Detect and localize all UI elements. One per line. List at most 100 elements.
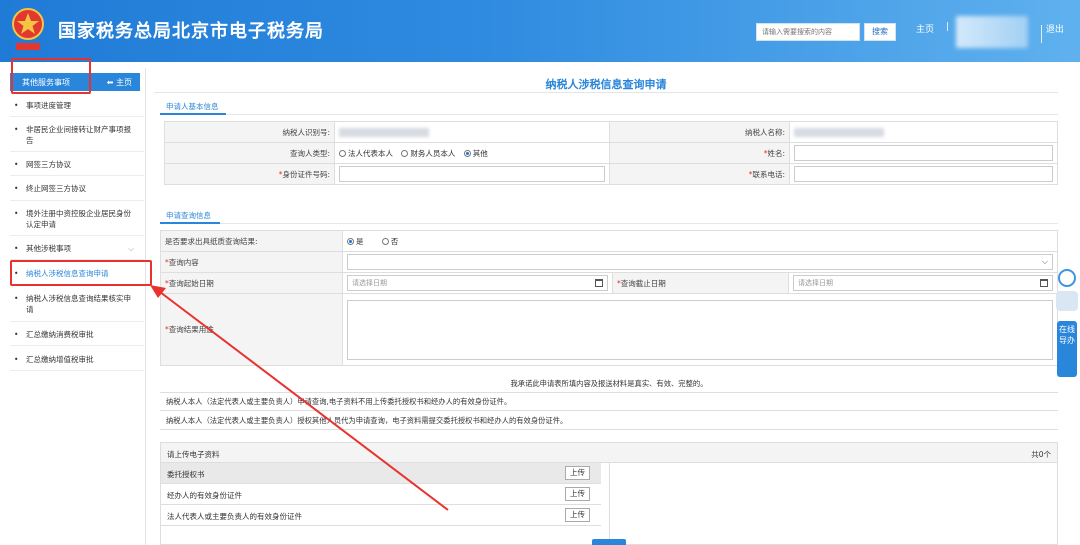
label-text: 联系电话: [752, 169, 785, 179]
sidebar-item-label: 终止网签三方协议 [26, 184, 86, 193]
form-title: 纳税人涉税信息查询申请 [545, 78, 667, 91]
upload-row-label: 委托授权书 [167, 470, 205, 479]
applicant-type-options: 法人代表本人 财务人员本人 其他 [334, 142, 610, 164]
radio-other[interactable] [463, 149, 471, 157]
phone-cell [789, 163, 1058, 185]
blurred-value [794, 127, 884, 137]
sidebar-item-label: 汇总缴纳消费税审批 [26, 330, 94, 339]
divider [10, 321, 144, 322]
nav-separator: | [1040, 34, 1044, 44]
query-content-cell: ⌵ [342, 251, 1058, 273]
upload-row-legal-rep-id[interactable]: 法人代表人或主要负责人的有效身份证件 上传 [161, 505, 601, 526]
id-number-input[interactable] [339, 166, 605, 182]
divider [10, 235, 144, 236]
chevron-down-icon: ⌵ [1041, 257, 1048, 266]
id-number-label: *身份证件号码: [164, 163, 335, 185]
upload-button[interactable]: 上传 [565, 508, 590, 522]
name-label: *姓名: [609, 142, 790, 164]
national-emblem-icon [12, 8, 44, 50]
upload-row-agent-id[interactable]: 经办人的有效身份证件 上传 [161, 484, 601, 505]
paper-result-options: 是 否 [342, 230, 1058, 252]
purpose-textarea[interactable] [347, 299, 1053, 360]
taxpayer-id-value [334, 121, 610, 143]
online-help-widget[interactable]: 在线导办 [1054, 265, 1080, 377]
name-input[interactable] [794, 145, 1053, 161]
sidebar-home-link[interactable]: ⬅ 主页 [107, 77, 132, 88]
radio-legal-rep[interactable] [339, 149, 346, 157]
top-header: 国家税务总局北京市电子税务局 搜索 主页 | | 退出 | [0, 0, 1080, 62]
end-date-input[interactable]: 请选择日期 [793, 275, 1053, 291]
divider [10, 116, 144, 117]
user-name-blurred [956, 16, 1028, 48]
radio-label: 法人代表本人 [348, 148, 393, 158]
upload-button[interactable]: 上传 [565, 487, 590, 501]
upload-button[interactable]: 上传 [565, 466, 590, 480]
query-info-table: 是否要求出具纸质查询结果: 是 否 *查询内容 ⌵ *查询起始日期 请选择日期 … [160, 230, 1058, 366]
purpose-cell [342, 293, 1058, 366]
declaration-text: 我承诺此申请表所填内容及报送材料是真实、有效、完整的。 [510, 379, 708, 388]
tab-underline [160, 113, 226, 115]
taxpayer-id-label: 纳税人识别号: [164, 121, 335, 143]
logout-link[interactable]: | 退出 [1040, 22, 1064, 35]
upload-count: 共0个 [1031, 450, 1051, 459]
note-self-apply: 纳税人本人（法定代表人或主要负责人）申请查询,电子资料不用上传委托授权书和经办人… [166, 397, 512, 406]
search-button[interactable]: 搜索 [864, 23, 896, 41]
submit-button-partial[interactable] [592, 539, 626, 545]
bullet-icon: • [14, 244, 19, 253]
online-help-label[interactable]: 在线导办 [1057, 321, 1077, 377]
bullet-icon: • [14, 101, 19, 110]
radio-paper-no[interactable] [381, 237, 389, 245]
divider [10, 151, 144, 152]
upload-row-authorization[interactable]: 委托授权书 上传 [161, 463, 601, 484]
divider [226, 114, 1058, 115]
divider [10, 370, 144, 371]
label-text: 查询截止日期 [620, 278, 666, 288]
user-service-icon[interactable] [1058, 269, 1076, 287]
calendar-icon[interactable] [1040, 279, 1048, 287]
site-title: 国家税务总局北京市电子税务局 [58, 21, 324, 42]
bullet-icon: • [14, 355, 19, 364]
date-placeholder: 请选择日期 [798, 279, 833, 287]
id-number-cell [334, 163, 610, 185]
applicant-info-table: 纳税人识别号: 纳税人名称: 查询人类型: 法人代表本人 财务人员本人 其他 *… [164, 121, 1058, 185]
upload-panel: 请上传电子资料 共0个 委托授权书 上传 经办人的有效身份证件 上传 法人代表人… [160, 442, 1058, 545]
phone-input[interactable] [794, 166, 1053, 182]
note-authorized-apply: 纳税人本人（法定代表人或主要负责人）授权其他人员代为申请查询，电子资料需提交委托… [166, 416, 568, 425]
nav-separator: | [946, 22, 950, 32]
bullet-icon: • [14, 330, 19, 339]
tab-applicant-info[interactable]: 申请人基本信息 [166, 101, 219, 112]
upload-title: 请上传电子资料 [167, 450, 220, 459]
query-content-select[interactable]: ⌵ [347, 254, 1053, 270]
sidebar-item-label: 非居民企业间接转让财产事项报告 [26, 125, 131, 145]
assistant-avatar-icon[interactable] [1056, 291, 1078, 311]
sidebar-item-label: 其他涉税事项 [26, 244, 71, 253]
sidebar-item-label: 纳税人涉税信息查询结果核实申请 [26, 294, 131, 314]
label-text: 身份证件号码: [282, 169, 330, 179]
divider [160, 429, 1058, 430]
blurred-value [339, 127, 429, 137]
label-text: 查询结果用途 [168, 325, 214, 334]
bullet-icon: • [14, 125, 19, 134]
upload-preview-area [609, 463, 1057, 545]
divider [160, 392, 1058, 393]
start-date-input[interactable]: 请选择日期 [347, 275, 608, 291]
divider [10, 200, 144, 201]
start-date-cell: 请选择日期 [342, 272, 613, 294]
tab-query-info[interactable]: 申请查询信息 [166, 210, 211, 221]
search-input[interactable] [756, 23, 860, 41]
radio-paper-yes[interactable] [347, 237, 354, 245]
label-text: 查询起始日期 [168, 278, 214, 288]
name-cell [789, 142, 1058, 164]
chevron-down-icon: ⌵ [128, 244, 134, 253]
divider [10, 345, 144, 346]
upload-header: 请上传电子资料 共0个 [161, 443, 1057, 463]
paper-result-label: 是否要求出具纸质查询结果: [160, 230, 343, 252]
sidebar-item-label: 网签三方协议 [26, 160, 71, 169]
radio-finance-staff[interactable] [401, 149, 409, 157]
home-link[interactable]: 主页 [916, 22, 934, 35]
start-date-label: *查询起始日期 [160, 272, 343, 294]
bullet-icon: • [14, 294, 19, 303]
calendar-icon[interactable] [595, 279, 603, 287]
sidebar-home-label: 主页 [116, 78, 132, 87]
sidebar-item-label: 境外注册中资控股企业居民身份认定申请 [26, 209, 131, 229]
